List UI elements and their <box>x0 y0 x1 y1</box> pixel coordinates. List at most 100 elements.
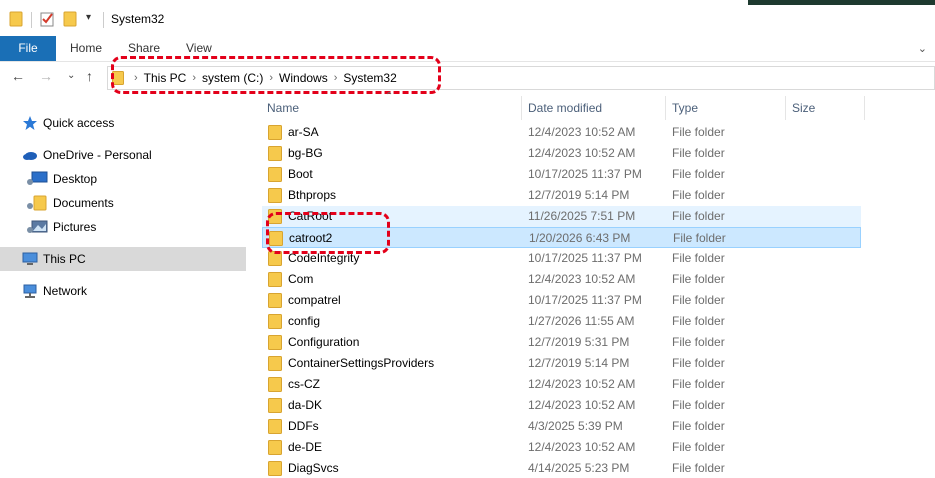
file-type: File folder <box>672 377 725 391</box>
nav-item-documents[interactable]: Documents <box>26 192 114 214</box>
recent-locations-chevron-icon[interactable]: ⌄ <box>67 70 75 81</box>
breadcrumb-separator-icon[interactable]: › <box>134 72 138 84</box>
nav-item-desktop[interactable]: Desktop <box>26 168 97 190</box>
new-folder-icon[interactable] <box>63 11 77 27</box>
tab-share[interactable]: Share <box>114 36 174 61</box>
forward-arrow-icon[interactable]: → <box>39 68 53 84</box>
file-row[interactable]: ar-SA 12/4/2023 10:52 AM File folder <box>262 122 861 143</box>
file-type: File folder <box>672 440 725 454</box>
file-row[interactable]: catroot2 1/20/2026 6:43 PM File folder <box>262 227 861 248</box>
file-date-modified: 4/14/2025 5:23 PM <box>528 461 630 475</box>
nav-item-this-pc[interactable]: This PC <box>0 247 246 271</box>
tab-view[interactable]: View <box>172 36 226 61</box>
file-type: File folder <box>672 419 725 433</box>
file-date-modified: 12/7/2019 5:14 PM <box>528 356 630 370</box>
folder-icon <box>9 11 23 27</box>
breadcrumb-system-drive[interactable]: system (C:) <box>202 71 263 85</box>
file-date-modified: 12/7/2019 5:31 PM <box>528 335 630 349</box>
up-arrow-icon[interactable]: ↑ <box>86 68 93 84</box>
file-row[interactable]: DDFs 4/3/2025 5:39 PM File folder <box>262 416 861 437</box>
file-list: Name ⌃ Date modified Type Size ar-SA 12/4… <box>250 91 935 478</box>
file-date-modified: 12/4/2023 10:52 AM <box>528 146 636 160</box>
file-date-modified: 1/20/2026 6:43 PM <box>529 231 631 245</box>
file-name: cs-CZ <box>288 377 320 391</box>
breadcrumb-separator-icon[interactable]: › <box>334 72 338 84</box>
nav-item-label: OneDrive - Personal <box>43 148 152 162</box>
file-row[interactable]: Configuration 12/7/2019 5:31 PM File folde… <box>262 332 861 353</box>
file-name: DDFs <box>288 419 319 433</box>
file-row[interactable]: Boot 10/17/2025 11:37 PM File folder <box>262 164 861 185</box>
file-name: Com <box>288 272 314 286</box>
column-divider[interactable] <box>785 96 786 120</box>
title-bar: ▾ System32 <box>0 0 935 36</box>
breadcrumb: › This PC › system (C:) › Windows › Syst… <box>112 70 397 86</box>
column-divider[interactable] <box>864 96 865 120</box>
background-window-strip <box>748 0 935 5</box>
file-row[interactable]: cs-CZ 12/4/2023 10:52 AM File folder <box>262 374 861 395</box>
file-row[interactable]: Bthprops 12/7/2019 5:14 PM File folder <box>262 185 861 206</box>
nav-item-onedrive[interactable]: OneDrive - Personal <box>22 144 152 166</box>
column-header-name[interactable]: Name <box>267 96 299 120</box>
file-date-modified: 12/4/2023 10:52 AM <box>528 377 636 391</box>
breadcrumb-this-pc[interactable]: This PC <box>144 71 187 85</box>
file-type: File folder <box>672 356 725 370</box>
file-row[interactable]: compatrel 10/17/2025 11:37 PM File folder <box>262 290 861 311</box>
folder-icon <box>268 146 282 164</box>
nav-item-label: Desktop <box>53 172 98 186</box>
file-name: DiagSvcs <box>288 461 339 475</box>
file-row[interactable]: da-DK 12/4/2023 10:52 AM File folder <box>262 395 861 416</box>
folder-icon <box>268 293 282 311</box>
file-type: File folder <box>672 314 725 328</box>
file-name: Boot <box>288 167 313 181</box>
file-row[interactable]: Com 12/4/2023 10:52 AM File folder <box>262 269 861 290</box>
file-date-modified: 12/4/2023 10:52 AM <box>528 125 636 139</box>
back-arrow-icon[interactable]: ← <box>11 68 25 84</box>
file-type: File folder <box>672 167 725 181</box>
tab-home[interactable]: Home <box>56 36 116 61</box>
file-name: da-DK <box>288 398 323 412</box>
nav-item-label: This PC <box>43 252 86 266</box>
breadcrumb-separator-icon[interactable]: › <box>269 72 273 84</box>
tab-file[interactable]: File <box>0 36 56 61</box>
file-row[interactable]: config 1/27/2026 11:55 AM File folder <box>262 311 861 332</box>
file-type: File folder <box>672 272 725 286</box>
nav-item-network[interactable]: Network <box>22 280 87 302</box>
column-header-date[interactable]: Date modified <box>528 96 602 120</box>
breadcrumb-separator-icon[interactable]: › <box>192 72 196 84</box>
customize-toolbar-dropdown-icon[interactable]: ▾ <box>86 12 91 23</box>
file-date-modified: 12/4/2023 10:52 AM <box>528 272 636 286</box>
expand-ribbon-icon[interactable]: ⌄ <box>918 42 927 55</box>
computer-icon <box>22 251 38 267</box>
properties-icon[interactable] <box>40 11 55 27</box>
column-divider[interactable] <box>665 96 666 120</box>
column-header-size[interactable]: Size <box>792 96 815 120</box>
file-name: CatRoot <box>288 209 333 223</box>
breadcrumb-windows[interactable]: Windows <box>279 71 328 85</box>
file-date-modified: 12/4/2023 10:52 AM <box>528 398 636 412</box>
folder-icon <box>268 461 282 478</box>
navigation-pane: Quick access OneDrive - Personal Desktop… <box>0 94 246 478</box>
folder-icon <box>268 188 282 206</box>
column-divider[interactable] <box>521 96 522 120</box>
file-date-modified: 1/27/2026 11:55 AM <box>528 314 635 328</box>
folder-icon <box>268 125 282 143</box>
nav-item-quick-access[interactable]: Quick access <box>22 112 114 134</box>
address-bar[interactable]: › This PC › system (C:) › Windows › Syst… <box>107 66 935 90</box>
file-type: File folder <box>672 251 725 265</box>
file-row[interactable]: ContainerSettingsProviders 12/7/2019 5:14… <box>262 353 861 374</box>
file-row[interactable]: CatRoot 11/26/2025 7:51 PM File folder <box>262 206 861 227</box>
file-row[interactable]: DiagSvcs 4/14/2025 5:23 PM File folder <box>262 458 861 478</box>
file-date-modified: 11/26/2025 7:51 PM <box>528 209 636 223</box>
file-date-modified: 10/17/2025 11:37 PM <box>528 293 642 307</box>
file-row[interactable]: de-DE 12/4/2023 10:52 AM File folder <box>262 437 861 458</box>
file-row[interactable]: CodeIntegrity 10/17/2025 11:37 PM File fol… <box>262 248 861 269</box>
nav-item-pictures[interactable]: Pictures <box>26 216 96 238</box>
toolbar-separator <box>31 12 32 28</box>
file-name: catroot2 <box>289 231 333 245</box>
file-date-modified: 4/3/2025 5:39 PM <box>528 419 623 433</box>
file-row[interactable]: bg-BG 12/4/2023 10:52 AM File folder <box>262 143 861 164</box>
breadcrumb-system32[interactable]: System32 <box>343 71 396 85</box>
column-header-type[interactable]: Type <box>672 96 698 120</box>
pictures-icon <box>26 219 48 235</box>
toolbar-separator <box>103 12 104 28</box>
